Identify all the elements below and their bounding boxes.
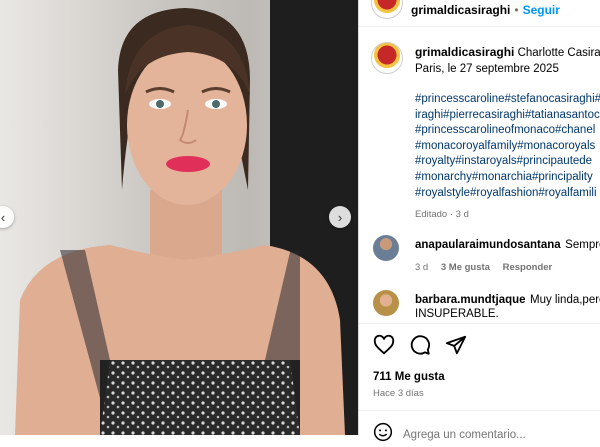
actions-divider bbox=[359, 323, 600, 324]
heart-icon[interactable] bbox=[373, 334, 395, 356]
comment-item: anapaularaimundosantana Sempre 3 d 3 Me … bbox=[373, 235, 600, 273]
follow-button[interactable]: Seguir bbox=[523, 3, 560, 17]
action-bar bbox=[373, 334, 467, 356]
comment-text: Sempre bbox=[565, 239, 600, 251]
comment-item: barbara.mundtjaque Muy linda,perc INSUPE… bbox=[373, 290, 600, 320]
caption-meta: Editado · 3 d bbox=[415, 209, 469, 221]
hashtag-line[interactable]: #princesscaroline#stefanocasiraghi# bbox=[415, 92, 600, 108]
comment-age: 3 d bbox=[415, 262, 429, 273]
author-avatar[interactable] bbox=[371, 0, 403, 19]
hashtags: #princesscaroline#stefanocasiraghi# irag… bbox=[415, 92, 600, 201]
author-username[interactable]: grimaldicasiraghi bbox=[411, 3, 510, 17]
comment-icon[interactable] bbox=[409, 334, 431, 356]
header-separator: • bbox=[514, 3, 519, 17]
chevron-left-icon: ‹ bbox=[0, 209, 6, 225]
hashtag-line[interactable]: #royalty#instaroyals#principautede bbox=[415, 154, 600, 170]
hashtag-line[interactable]: iraghi#pierrecasiraghi#tatianasantoc bbox=[415, 108, 600, 124]
post-side-panel: grimaldicasiraghi • Seguir grimaldicasir… bbox=[358, 0, 600, 442]
comment-meta: 3 d 3 Me gusta Responder bbox=[415, 262, 600, 273]
share-icon[interactable] bbox=[445, 334, 467, 356]
commenter-username[interactable]: barbara.mundtjaque bbox=[415, 294, 526, 306]
caption-location: Paris, le 27 septembre 2025 bbox=[415, 62, 559, 75]
hashtag-line[interactable]: #royalstyle#royalfashion#royalfamili bbox=[415, 186, 600, 202]
comment-divider bbox=[359, 410, 600, 411]
comment-likes[interactable]: 3 Me gusta bbox=[441, 262, 490, 273]
hashtag-line[interactable]: #monacoroyalfamily#monacoroyals bbox=[415, 139, 600, 155]
next-image-button[interactable]: › bbox=[329, 206, 351, 228]
hashtag-line[interactable]: #monarchy#monarchia#principality bbox=[415, 170, 600, 186]
caption-first-line: grimaldicasiraghi Charlotte Casiraghi bbox=[415, 45, 600, 62]
commenter-avatar[interactable] bbox=[373, 290, 399, 316]
likes-count[interactable]: 711 Me gusta bbox=[373, 371, 445, 383]
comment-text-continued: INSUPERABLE. bbox=[415, 308, 499, 320]
commenter-username[interactable]: anapaularaimundosantana bbox=[415, 239, 561, 251]
caption: grimaldicasiraghi Charlotte Casiraghi Pa… bbox=[415, 45, 600, 220]
caption-name: Charlotte Casiraghi bbox=[517, 47, 600, 59]
post-image[interactable]: ‹ › bbox=[0, 0, 358, 435]
caption-username[interactable]: grimaldicasiraghi bbox=[415, 45, 514, 59]
post-header: grimaldicasiraghi • Seguir bbox=[359, 0, 600, 20]
header-divider bbox=[359, 26, 600, 27]
commenter-avatar[interactable] bbox=[373, 235, 399, 261]
chevron-right-icon: › bbox=[337, 209, 343, 225]
portrait-illustration bbox=[15, 8, 345, 435]
posted-ago: Hace 3 días bbox=[373, 388, 424, 399]
caption-avatar[interactable] bbox=[371, 42, 403, 74]
reply-button[interactable]: Responder bbox=[503, 262, 553, 273]
comment-text: Muy linda,perc bbox=[530, 294, 600, 306]
hashtag-line[interactable]: #princesscarolineofmonaco#chanel bbox=[415, 123, 600, 139]
